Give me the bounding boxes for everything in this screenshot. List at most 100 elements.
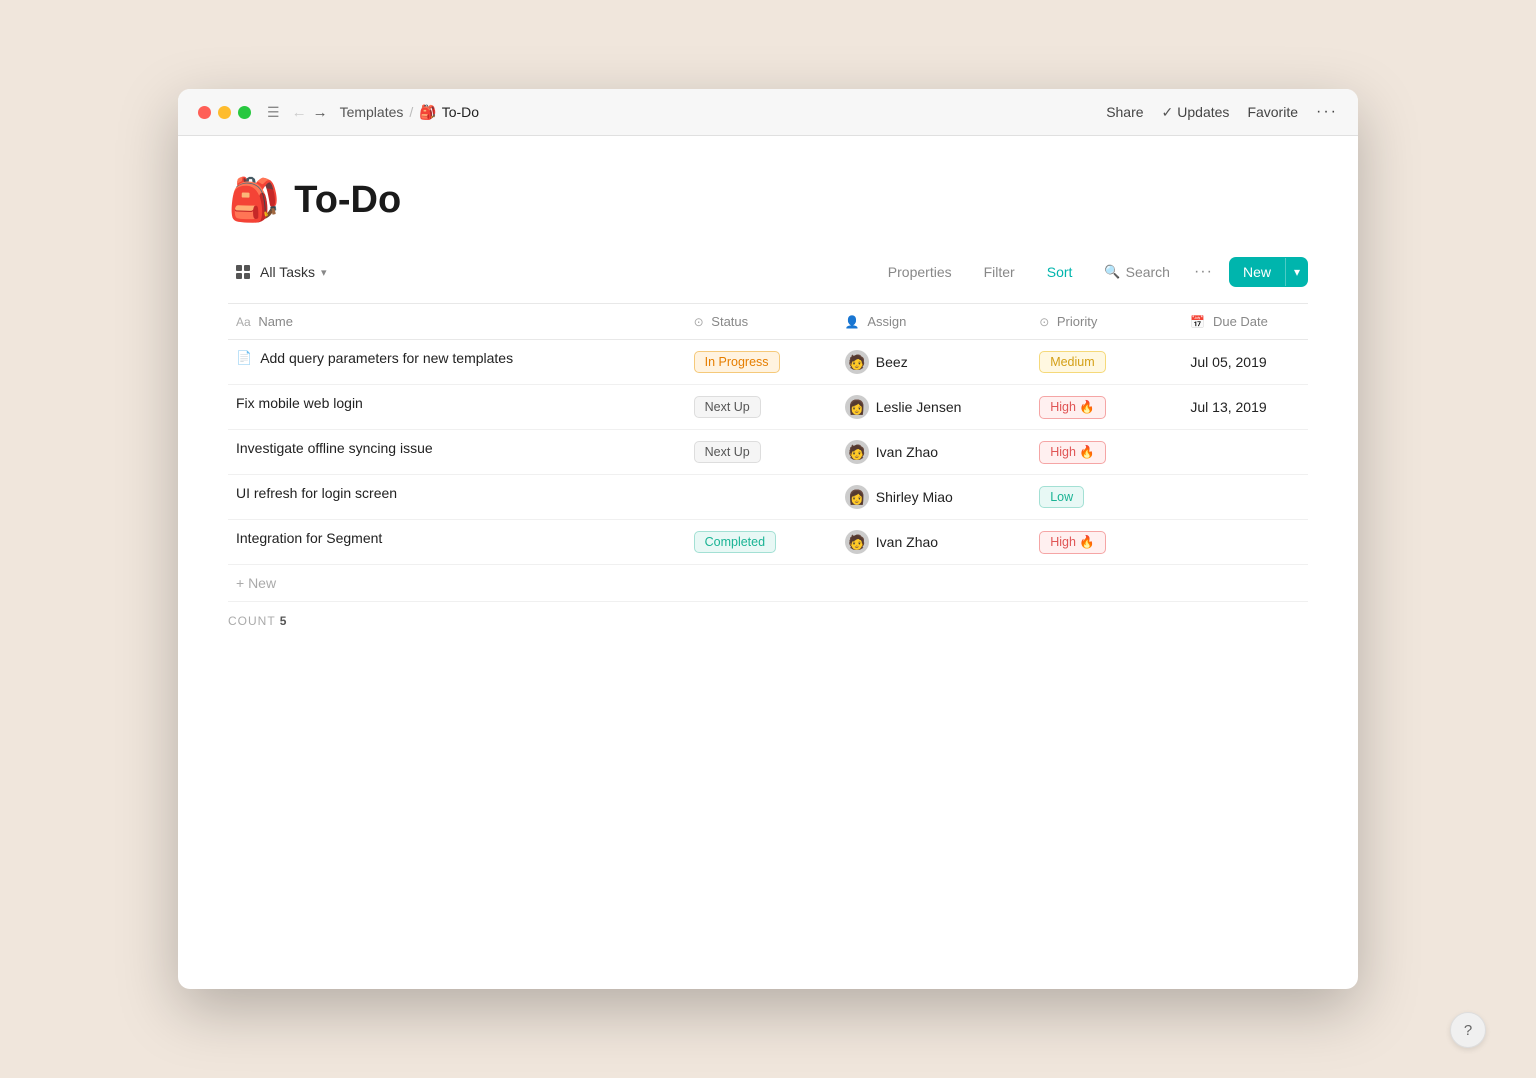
status-col-label: Status xyxy=(711,314,748,329)
task-name-cell[interactable]: UI refresh for login screen xyxy=(228,475,682,511)
all-tasks-button[interactable]: All Tasks ▾ xyxy=(228,258,335,286)
priority-badge: Low xyxy=(1039,486,1084,508)
table-header-row: Aa Name ⊙ Status 👤 Assign ⊙ Priority xyxy=(228,304,1308,340)
priority-badge: Medium xyxy=(1039,351,1105,373)
maximize-button[interactable] xyxy=(238,106,251,119)
task-priority-cell[interactable]: High 🔥 xyxy=(1027,520,1178,565)
table-row[interactable]: 📄Add query parameters for new templatesI… xyxy=(228,340,1308,385)
task-priority-cell[interactable]: High 🔥 xyxy=(1027,430,1178,475)
toolbar-more-button[interactable]: ··· xyxy=(1194,263,1213,281)
task-status-cell[interactable]: In Progress xyxy=(682,340,833,385)
breadcrumb-separator: / xyxy=(409,104,413,120)
assign-col-label: Assign xyxy=(867,314,906,329)
new-task-row[interactable]: + New xyxy=(228,565,1308,602)
priority-col-label: Priority xyxy=(1057,314,1097,329)
task-name-cell[interactable]: Fix mobile web login xyxy=(228,385,682,421)
task-name-cell[interactable]: Integration for Segment xyxy=(228,520,682,556)
nav-arrows: ← → xyxy=(292,104,328,121)
priority-badge: High 🔥 xyxy=(1039,441,1106,464)
duedate-col-icon: 📅 xyxy=(1190,315,1205,329)
task-name-cell[interactable]: 📄Add query parameters for new templates xyxy=(228,340,682,376)
checkmark-icon: ✓ xyxy=(1162,104,1174,121)
task-priority-cell[interactable]: Low xyxy=(1027,475,1178,520)
search-icon: 🔍 xyxy=(1104,264,1120,280)
sort-button[interactable]: Sort xyxy=(1039,259,1081,285)
task-name: Integration for Segment xyxy=(236,530,382,546)
task-status-cell[interactable]: Next Up xyxy=(682,385,833,430)
updates-button[interactable]: ✓ Updates xyxy=(1162,104,1230,121)
col-header-status: ⊙ Status xyxy=(682,304,833,340)
app-window: ☰ ← → Templates / 🎒 To-Do Share ✓ Update… xyxy=(178,89,1358,989)
task-assign-cell[interactable]: 🧑 Ivan Zhao xyxy=(833,430,1027,475)
count-value: 5 xyxy=(280,614,288,628)
task-duedate-cell[interactable] xyxy=(1178,430,1308,475)
task-name: Add query parameters for new templates xyxy=(260,350,513,366)
task-duedate-cell[interactable] xyxy=(1178,520,1308,565)
task-assign-cell[interactable]: 🧑 Beez xyxy=(833,340,1027,385)
col-header-duedate: 📅 Due Date xyxy=(1178,304,1308,340)
task-assign-cell[interactable]: 👩Leslie Jensen xyxy=(833,385,1027,430)
forward-arrow-icon[interactable]: → xyxy=(313,104,328,121)
task-name: UI refresh for login screen xyxy=(236,485,397,501)
breadcrumb-current: 🎒 To-Do xyxy=(419,104,479,121)
avatar: 👩 xyxy=(845,395,869,419)
properties-button[interactable]: Properties xyxy=(880,259,960,285)
menu-icon[interactable]: ☰ xyxy=(267,104,280,121)
task-assign-cell[interactable]: 👩Shirley Miao xyxy=(833,475,1027,520)
assignee-name: Ivan Zhao xyxy=(876,534,938,550)
task-duedate-cell[interactable] xyxy=(1178,475,1308,520)
all-tasks-label: All Tasks xyxy=(260,264,315,280)
status-col-icon: ⊙ xyxy=(694,315,704,329)
assignee-name: Beez xyxy=(876,354,908,370)
count-label: COUNT xyxy=(228,614,280,628)
breadcrumb: Templates / 🎒 To-Do xyxy=(340,104,480,121)
task-priority-cell[interactable]: Medium xyxy=(1027,340,1178,385)
status-badge: Completed xyxy=(694,531,776,553)
page-emoji: 🎒 xyxy=(228,176,280,225)
close-button[interactable] xyxy=(198,106,211,119)
task-assign-cell[interactable]: 🧑Ivan Zhao xyxy=(833,520,1027,565)
page-title: To-Do xyxy=(294,179,401,222)
page-content: 🎒 To-Do All Tasks ▾ Properties Filter So… xyxy=(178,136,1358,953)
minimize-button[interactable] xyxy=(218,106,231,119)
titlebar-right: Share ✓ Updates Favorite ··· xyxy=(1106,103,1338,121)
toolbar: All Tasks ▾ Properties Filter Sort 🔍 Sea… xyxy=(228,257,1308,287)
task-name: Investigate offline syncing issue xyxy=(236,440,433,456)
assignee: 🧑 Ivan Zhao xyxy=(845,440,1015,464)
traffic-lights xyxy=(198,106,251,119)
task-status-cell[interactable]: Next Up xyxy=(682,430,833,475)
breadcrumb-emoji: 🎒 xyxy=(419,104,436,121)
table-row[interactable]: Investigate offline syncing issue Next Up… xyxy=(228,430,1308,475)
filter-button[interactable]: Filter xyxy=(976,259,1023,285)
assignee: 🧑 Beez xyxy=(845,350,1015,374)
priority-col-icon: ⊙ xyxy=(1039,315,1049,329)
task-status-cell[interactable]: Completed xyxy=(682,520,833,565)
assignee-name: Ivan Zhao xyxy=(876,444,938,460)
avatar: 🧑 xyxy=(845,350,869,374)
more-options-button[interactable]: ··· xyxy=(1316,103,1338,121)
table-row[interactable]: Fix mobile web loginNext Up 👩Leslie Jense… xyxy=(228,385,1308,430)
task-name-cell[interactable]: Investigate offline syncing issue xyxy=(228,430,682,466)
assignee: 👩Leslie Jensen xyxy=(845,395,1015,419)
task-status-cell[interactable] xyxy=(682,475,833,520)
task-priority-cell[interactable]: High 🔥 xyxy=(1027,385,1178,430)
count-row: COUNT 5 xyxy=(228,614,1308,628)
new-task-label[interactable]: + New xyxy=(228,565,682,601)
share-button[interactable]: Share xyxy=(1106,104,1143,120)
assignee: 🧑Ivan Zhao xyxy=(845,530,1015,554)
favorite-button[interactable]: Favorite xyxy=(1247,104,1298,120)
priority-badge: High 🔥 xyxy=(1039,396,1106,419)
name-col-icon: Aa xyxy=(236,315,251,329)
task-duedate-cell[interactable]: Jul 05, 2019 xyxy=(1178,340,1308,385)
priority-badge: High 🔥 xyxy=(1039,531,1106,554)
table-row[interactable]: UI refresh for login screen 👩Shirley Miao… xyxy=(228,475,1308,520)
assign-col-icon: 👤 xyxy=(845,315,860,329)
back-arrow-icon[interactable]: ← xyxy=(292,104,307,121)
table-row[interactable]: Integration for Segment Completed 🧑Ivan Zh… xyxy=(228,520,1308,565)
search-button[interactable]: 🔍 Search xyxy=(1096,259,1178,285)
task-duedate-cell[interactable]: Jul 13, 2019 xyxy=(1178,385,1308,430)
breadcrumb-parent[interactable]: Templates xyxy=(340,104,404,120)
new-button-dropdown[interactable]: ▾ xyxy=(1285,258,1308,286)
new-button[interactable]: New ▾ xyxy=(1229,257,1308,287)
avatar: 🧑 xyxy=(845,440,869,464)
